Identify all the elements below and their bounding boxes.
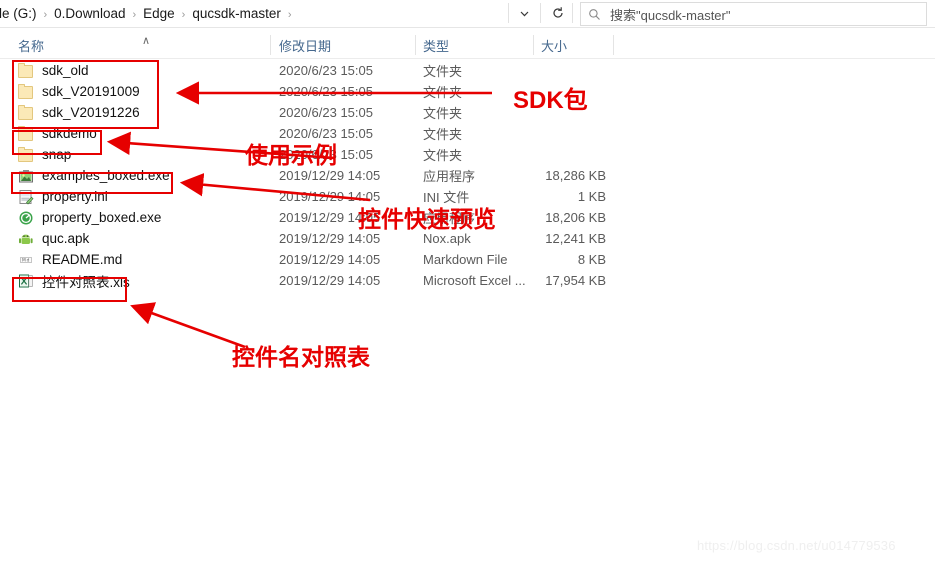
address-toolbar: ile (G:) › 0.Download › Edge › qucsdk-ma… [0,0,935,27]
header-bottom-border [0,58,935,59]
annotation-label-sdk-package: SDK包 [513,87,588,114]
column-divider[interactable] [415,35,416,55]
annotation-box-sdk-folders [12,60,159,129]
file-name-cell[interactable]: M d README.md [18,249,122,270]
breadcrumb-item-drive[interactable]: ile (G:) [0,6,41,21]
file-size-cell [465,144,606,165]
watermark: https://blog.csdn.net/u014779536 [697,538,896,553]
table-row[interactable]: snap 2020/6/23 15:05 文件夹 [0,144,935,165]
svg-text:d: d [27,257,30,263]
file-date-cell: 2020/6/23 15:05 [279,63,373,78]
breadcrumb-item-edge[interactable]: Edge [139,6,179,21]
file-type-cell: 文件夹 [423,148,463,163]
file-name-cell[interactable]: property_boxed.exe [18,207,161,228]
toolbar-divider [508,3,509,23]
annotation-label-usage-example: 使用示例 [245,142,337,168]
breadcrumb-separator-icon: › [43,8,48,21]
file-date-cell: 2020/6/23 15:05 [279,84,373,99]
file-type-cell: 文件夹 [423,64,463,79]
file-date-cell: 2019/12/29 14:05 [279,252,381,267]
column-divider[interactable] [533,35,534,55]
refresh-icon[interactable] [545,2,571,24]
table-row[interactable]: M d README.md 2019/12/29 14:05 Markdown … [0,249,935,270]
toolbar-divider [572,3,573,23]
column-header-date[interactable]: 修改日期 [279,32,331,58]
toolbar-divider [540,3,541,23]
breadcrumb-separator-icon: › [287,8,292,21]
annotation-box-sdkdemo [12,130,102,155]
search-icon [588,8,601,21]
search-input[interactable]: 搜索"qucsdk-master" [580,2,927,26]
annotation-label-widget-name-list: 控件名对照表 [232,344,370,370]
android-icon [18,231,34,247]
annotation-box-xls [12,277,127,302]
file-size-cell [465,123,606,144]
column-divider[interactable] [270,35,271,55]
file-date-cell: 2020/6/23 15:05 [279,105,373,120]
file-size-cell: 8 KB [577,252,606,267]
file-name-cell[interactable]: quc.apk [18,228,89,249]
file-name-label: quc.apk [42,231,90,246]
arrow-widget-name-list [130,302,246,349]
svg-text:M: M [22,257,26,263]
file-date-cell: 2019/12/29 14:05 [279,273,381,288]
column-header-size[interactable]: 大小 [541,32,567,58]
green-app-icon [18,210,34,226]
column-header-name[interactable]: 名称 [18,32,44,58]
breadcrumb-separator-icon: › [181,8,186,21]
file-type-cell: 文件夹 [423,85,463,100]
column-header-row: 名称 ∧ 修改日期 类型 大小 [0,32,935,58]
breadcrumb[interactable]: ile (G:) › 0.Download › Edge › qucsdk-ma… [0,3,295,24]
column-divider[interactable] [613,35,614,55]
file-size-cell: 18,286 KB [545,168,606,183]
breadcrumb-item-qucsdk-master[interactable]: qucsdk-master [188,6,285,21]
file-size-cell: 17,954 KB [545,273,606,288]
sort-ascending-icon: ∧ [142,35,151,47]
search-input-value: 搜索"qucsdk-master" [610,7,731,23]
file-type-cell: 文件夹 [423,127,463,142]
toolbar-bottom-border [0,27,935,28]
file-name-label: property_boxed.exe [42,210,162,225]
file-type-cell: 文件夹 [423,106,463,121]
breadcrumb-item-download[interactable]: 0.Download [50,6,129,21]
annotation-box-examples-boxed [11,172,173,194]
file-size-cell [465,60,606,81]
table-row[interactable]: 控件对照表.xls 2019/12/29 14:05 Microsoft Exc… [0,270,935,291]
file-name-label: README.md [42,252,123,267]
breadcrumb-separator-icon: › [132,8,137,21]
chevron-down-icon[interactable] [511,2,537,24]
annotation-label-quick-preview: 控件快速预览 [358,206,496,232]
column-header-type[interactable]: 类型 [423,32,449,58]
markdown-icon: M d [18,252,34,268]
